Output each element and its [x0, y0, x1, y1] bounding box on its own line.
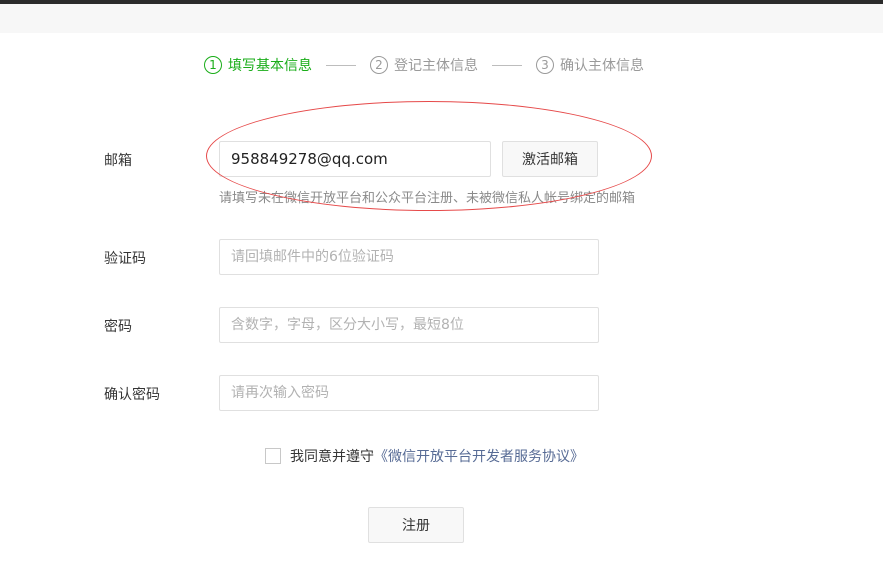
step-3-number: 3 — [536, 56, 554, 74]
verification-code-input[interactable] — [219, 239, 599, 275]
email-hint: 请填写未在微信开放平台和公众平台注册、未被微信私人帐号绑定的邮箱 — [219, 191, 636, 206]
step-1-number: 1 — [204, 56, 222, 74]
verification-code-label: 验证码 — [104, 251, 146, 267]
password-label: 密码 — [104, 319, 132, 335]
email-input[interactable] — [219, 141, 491, 177]
top-sub-bar — [0, 4, 883, 33]
step-3-label: 确认主体信息 — [560, 58, 644, 74]
step-1: 1 填写基本信息 — [204, 55, 312, 75]
step-2-label: 登记主体信息 — [394, 58, 478, 74]
confirm-password-input[interactable] — [219, 375, 599, 411]
email-label: 邮箱 — [104, 153, 132, 169]
step-1-label: 填写基本信息 — [228, 58, 312, 74]
password-input[interactable] — [219, 307, 599, 343]
step-indicator: 1 填写基本信息 2 登记主体信息 3 确认主体信息 — [204, 54, 644, 76]
agreement-prefix: 我同意并遵守 — [290, 449, 374, 465]
activate-email-button[interactable]: 激活邮箱 — [502, 141, 598, 177]
agreement-checkbox[interactable] — [265, 448, 281, 464]
step-3: 3 确认主体信息 — [536, 55, 644, 75]
agreement-link[interactable]: 《微信开放平台开发者服务协议》 — [374, 446, 584, 466]
agreement-row: 我同意并遵守 《微信开放平台开发者服务协议》 — [265, 446, 584, 466]
step-divider — [326, 64, 356, 66]
step-2-number: 2 — [370, 56, 388, 74]
register-button[interactable]: 注册 — [368, 507, 464, 543]
step-2: 2 登记主体信息 — [370, 55, 478, 75]
step-divider — [492, 64, 522, 66]
confirm-password-label: 确认密码 — [104, 387, 160, 403]
